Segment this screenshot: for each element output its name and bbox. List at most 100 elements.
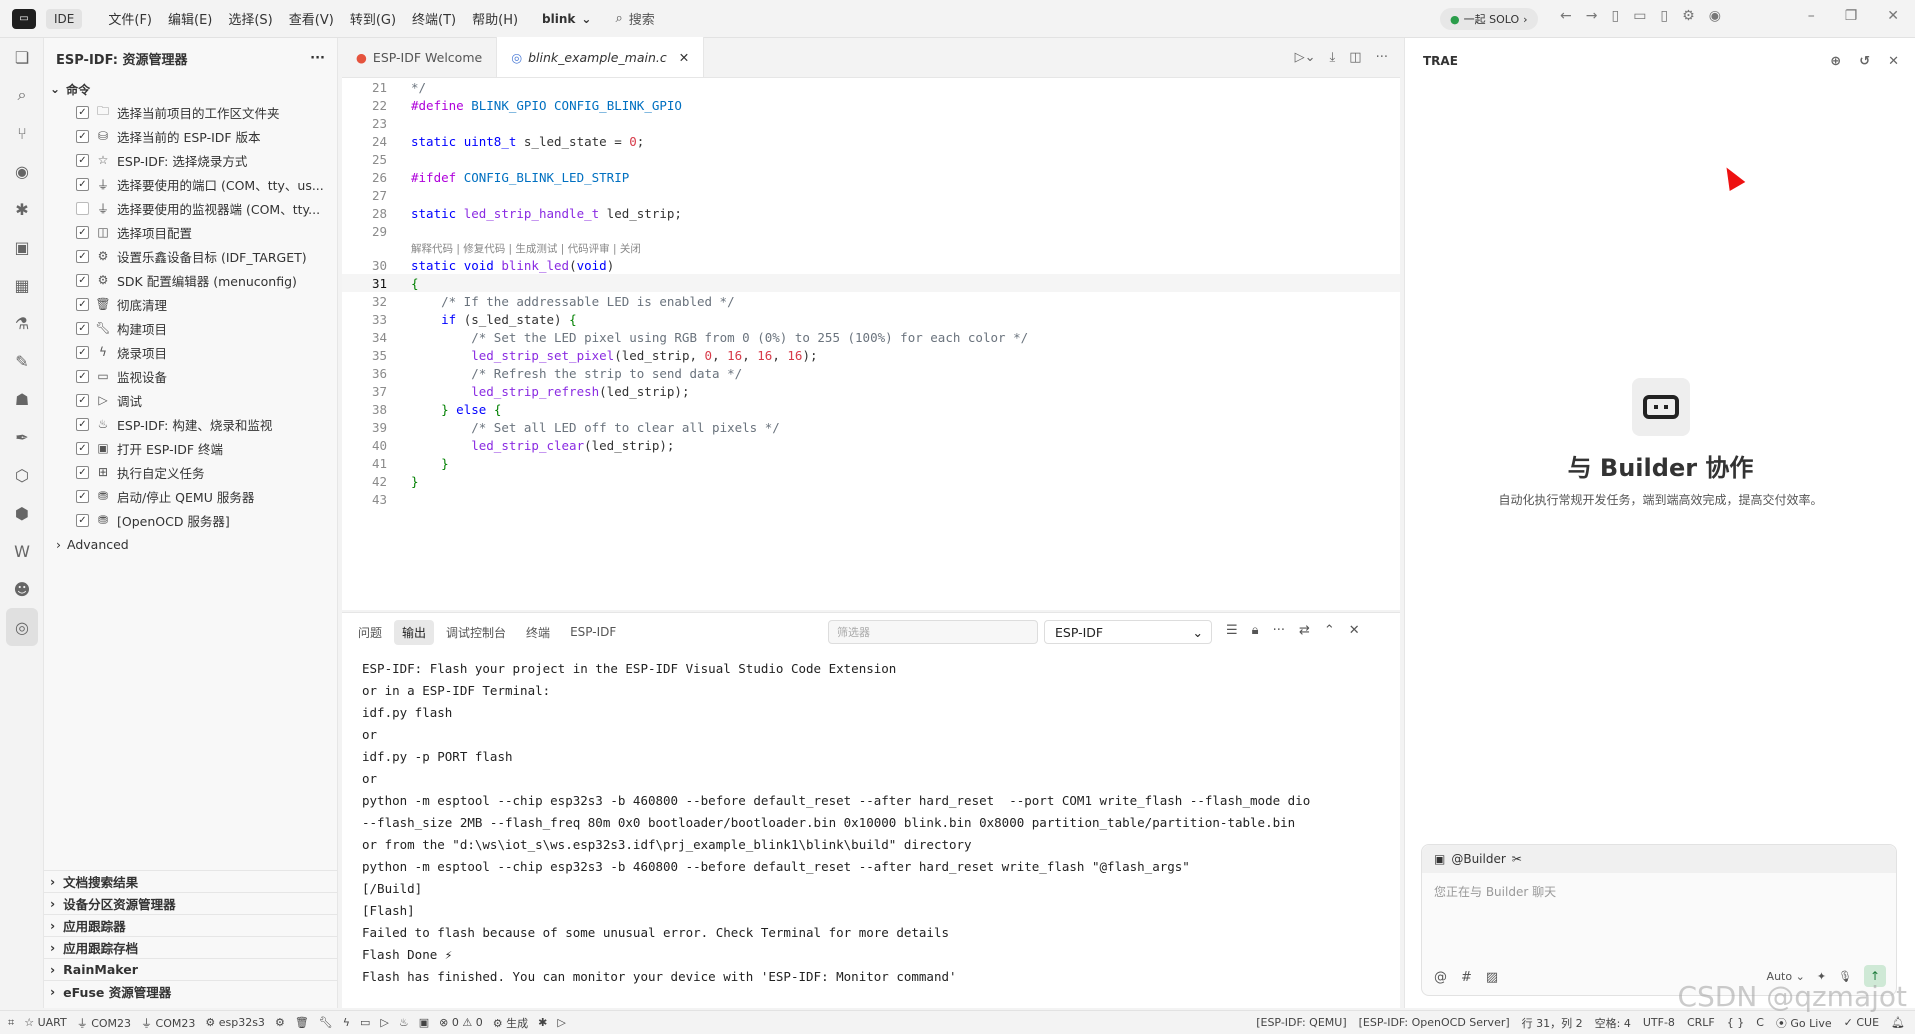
close-icon[interactable]: ✕ — [1888, 54, 1899, 69]
menu-file[interactable]: 文件(F) — [100, 9, 160, 28]
remote-icon[interactable]: ▣ — [0, 228, 44, 266]
close-tab-icon[interactable]: ✕ — [679, 50, 689, 65]
command-item[interactable]: ✓ ϟ 烧录项目 — [44, 340, 337, 364]
command-item[interactable]: ✓ ▭ 监视设备 — [44, 364, 337, 388]
code-line[interactable]: 34 /* Set the LED pixel using RGB from 0… — [342, 328, 1400, 346]
more-actions-icon[interactable]: ··· — [310, 51, 325, 66]
command-checkbox[interactable]: ✓ — [76, 417, 89, 431]
code-line[interactable]: 23 — [342, 114, 1400, 132]
uart-status[interactable]: ☆ UART — [24, 1016, 67, 1029]
command-item[interactable]: ✓ ⛃ 启动/停止 QEMU 服务器 — [44, 484, 337, 508]
more-actions-icon[interactable]: ··· — [1273, 623, 1285, 638]
encoding[interactable]: UTF-8 — [1643, 1016, 1675, 1029]
command-item[interactable]: ✓ ⊞ 执行自定义任务 — [44, 460, 337, 484]
code-line[interactable]: 26 #ifdef CONFIG_BLINK_LED_STRIP — [342, 168, 1400, 186]
tab-output[interactable]: 输出 — [394, 619, 435, 645]
command-checkbox[interactable]: ✓ — [76, 225, 89, 239]
command-item[interactable]: ✓ 🗀︎ 选择当前项目的工作区文件夹 — [44, 100, 337, 124]
bug-icon[interactable]: ✱ — [538, 1016, 547, 1029]
qemu-status[interactable]: [ESP-IDF: QEMU] — [1256, 1016, 1346, 1029]
command-checkbox[interactable]: ✓ — [76, 177, 89, 191]
account-icon[interactable]: ◉ — [1709, 8, 1721, 24]
command-checkbox[interactable]: ✓ — [76, 465, 89, 479]
tab-esp-idf-welcome[interactable]: ● ESP-IDF Welcome — [342, 37, 498, 77]
command-item[interactable]: ✓ ♨ ESP-IDF: 构建、烧录和监视 — [44, 412, 337, 436]
output-filter-input[interactable]: 筛选器 — [828, 620, 1038, 644]
source-control-icon[interactable]: ⑂ — [0, 114, 44, 152]
code-line[interactable]: 43 — [342, 490, 1400, 508]
command-checkbox[interactable]: ✓ — [76, 129, 89, 143]
command-checkbox[interactable]: ✓ — [76, 489, 89, 503]
code-line[interactable]: 30 static void blink_led(void) — [342, 256, 1400, 274]
code-line[interactable]: 41 } — [342, 454, 1400, 472]
tab-terminal[interactable]: 终端 — [518, 620, 558, 645]
tab-blink-example-main[interactable]: ◎ blink_example_main.c ✕ — [497, 37, 705, 77]
code-line[interactable]: 29 — [342, 222, 1400, 240]
code-line[interactable]: 25 — [342, 150, 1400, 168]
flash-icon[interactable]: ϟ — [343, 1016, 350, 1029]
code-line[interactable]: 39 /* Set all LED off to clear all pixel… — [342, 418, 1400, 436]
command-item[interactable]: ✓ ⏚ 选择要使用的端口 (COM、tty、us... — [44, 172, 337, 196]
split-editor-icon[interactable]: ◫ — [1349, 50, 1361, 65]
mention-icon[interactable]: @ — [1434, 970, 1447, 985]
project-selector[interactable]: blink ⌄ — [542, 12, 591, 26]
problems-status[interactable]: ⊗ 0 ⚠ 0 — [439, 1016, 483, 1029]
menu-go[interactable]: 转到(G) — [342, 9, 404, 28]
restore-icon[interactable]: ❐ — [1845, 8, 1858, 24]
section-doc-search[interactable]: › 文档搜索结果 — [44, 870, 338, 892]
command-checkbox[interactable]: ✓ — [76, 345, 89, 359]
image-icon[interactable]: ▨ — [1486, 970, 1498, 985]
command-item[interactable]: ✓ 🗑︎ 彻底清理 — [44, 292, 337, 316]
brush-icon[interactable]: ✎ — [0, 342, 44, 380]
more-actions-icon[interactable]: ··· — [1376, 50, 1388, 65]
ai-codelens[interactable]: 解释代码 | 修复代码 | 生成测试 | 代码评审 | 关闭 — [342, 240, 1400, 256]
section-efuse-explorer[interactable]: › eFuse 资源管理器 — [44, 980, 338, 1002]
code-line[interactable]: 38 } else { — [342, 400, 1400, 418]
code-line[interactable]: 33 if (s_led_state) { — [342, 310, 1400, 328]
code-area[interactable]: 21 */ 22 #define BLINK_GPIO CONFIG_BLINK_GP… — [342, 78, 1400, 610]
command-checkbox[interactable]: ✓ — [76, 273, 89, 287]
toggle-panel-icon[interactable]: ▭ — [1633, 8, 1646, 24]
command-checkbox[interactable]: ✓ — [76, 153, 89, 167]
section-app-tracer[interactable]: › 应用跟踪器 — [44, 914, 338, 936]
testing-flask-icon[interactable]: ⚗ — [0, 304, 44, 342]
debug-icon[interactable]: ✱ — [0, 190, 44, 228]
close-panel-icon[interactable]: ✕ — [1349, 623, 1360, 638]
code-line[interactable]: 31 { — [342, 274, 1400, 292]
code-line[interactable]: 28 static led_strip_handle_t led_strip; — [342, 204, 1400, 222]
tab-problems[interactable]: 问题 — [350, 620, 390, 645]
section-app-trace-archive[interactable]: › 应用跟踪存档 — [44, 936, 338, 958]
target-status[interactable]: ⚙ esp32s3 — [205, 1016, 265, 1029]
code-line[interactable]: 37 led_strip_refresh(led_strip); — [342, 382, 1400, 400]
command-checkbox[interactable]: ✓ — [76, 297, 89, 311]
line-ending[interactable]: CRLF — [1687, 1016, 1715, 1029]
history-icon[interactable]: ↺ — [1859, 54, 1870, 69]
bug-icon[interactable]: ☗ — [0, 380, 44, 418]
command-item[interactable]: ✓ ☆ ESP-IDF: 选择烧录方式 — [44, 148, 337, 172]
braces-status[interactable]: { } — [1727, 1016, 1745, 1029]
code-line[interactable]: 40 led_strip_clear(led_strip); — [342, 436, 1400, 454]
remote-status-icon[interactable]: ⌗ — [8, 1016, 14, 1030]
toggle-right-panel-icon[interactable]: ▯ — [1660, 8, 1668, 24]
command-item[interactable]: ✓ ◫ 选择项目配置 — [44, 220, 337, 244]
monitor-port-status[interactable]: ⏚ COM23 — [141, 1015, 195, 1031]
section-advanced[interactable]: › Advanced — [44, 532, 337, 556]
code-line[interactable]: 36 /* Refresh the strip to send data */ — [342, 364, 1400, 382]
code-line[interactable]: 35 led_strip_set_pixel(led_strip, 0, 16,… — [342, 346, 1400, 364]
hash-icon[interactable]: # — [1461, 970, 1472, 985]
command-checkbox[interactable]: ✓ — [76, 249, 89, 263]
flame-icon[interactable]: ♨ — [399, 1016, 409, 1029]
port-status[interactable]: ⏚ COM23 — [77, 1015, 131, 1031]
code-line[interactable]: 24 static uint8_t s_led_state = 0; — [342, 132, 1400, 150]
espressif-icon[interactable]: ◎ — [6, 608, 38, 646]
chat-input-box[interactable]: ▣ @Builder ✂ 您正在与 Builder 聊天 @ # ▨ Auto … — [1421, 844, 1897, 996]
clear-output-icon[interactable]: ☰ — [1226, 623, 1238, 638]
menu-terminal[interactable]: 终端(T) — [404, 9, 464, 28]
section-partition-explorer[interactable]: › 设备分区资源管理器 — [44, 892, 338, 914]
cube-icon[interactable]: ⬢ — [0, 494, 44, 532]
notifications-icon[interactable]: 🔔︎ — [1891, 1016, 1905, 1029]
code-line[interactable]: 22 #define BLINK_GPIO CONFIG_BLINK_GPIO — [342, 96, 1400, 114]
language-mode[interactable]: C — [1756, 1016, 1764, 1029]
lock-scroll-icon[interactable]: 🔒︎ — [1252, 623, 1259, 638]
trash-icon[interactable]: 🗑︎ — [295, 1016, 309, 1029]
